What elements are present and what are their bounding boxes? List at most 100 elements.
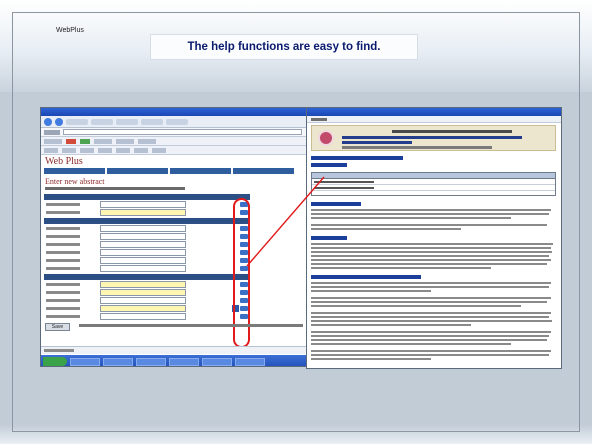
help-text-line — [311, 354, 549, 356]
nav-item — [233, 168, 294, 174]
help-window-menu — [307, 116, 561, 123]
taskbar-item — [70, 357, 100, 366]
brand-label: WebPlus — [56, 27, 84, 34]
form-row — [44, 233, 250, 240]
toolbar-item — [80, 138, 90, 144]
form-row — [44, 313, 250, 320]
help-text-line — [311, 255, 549, 257]
toolbar-item — [138, 138, 156, 144]
form-section-header — [44, 194, 250, 200]
help-text-line — [311, 316, 549, 318]
form-row — [44, 305, 250, 312]
banner-line — [392, 130, 512, 133]
help-text-line — [311, 282, 551, 284]
form-row — [44, 241, 250, 248]
nav-item — [170, 168, 231, 174]
toolbar-item — [116, 118, 138, 125]
browser-toolbar — [41, 116, 306, 128]
form-row — [44, 201, 250, 208]
form-row — [44, 265, 250, 272]
form-row — [44, 257, 250, 264]
toolbar-item — [94, 138, 112, 144]
seal-icon — [318, 130, 334, 146]
toolbar-item — [98, 147, 112, 153]
help-text-line — [311, 339, 547, 341]
taskbar-item — [136, 357, 166, 366]
form-row — [44, 249, 250, 256]
help-text-line — [311, 312, 551, 314]
help-banner — [311, 125, 556, 151]
form-subtitle — [45, 187, 185, 190]
help-window-title-bar — [307, 108, 561, 116]
nav-item — [107, 168, 168, 174]
browser-screenshot: Web Plus Enter new abstract Save — [40, 107, 307, 367]
help-text-line — [311, 350, 551, 352]
browser-title-bar — [41, 108, 306, 116]
help-text-line — [311, 335, 549, 337]
webplus-logo: Web Plus — [45, 156, 83, 167]
form-row — [44, 297, 250, 304]
help-section-heading — [311, 236, 347, 240]
save-button: Save — [45, 323, 70, 331]
slide-headline: The help functions are easy to find. — [187, 41, 381, 53]
toolbar-item — [66, 138, 76, 144]
help-text-line — [311, 263, 547, 265]
help-text-line — [311, 267, 491, 269]
help-text-line — [311, 320, 552, 322]
help-section-heading — [311, 275, 421, 279]
help-text-line — [311, 259, 551, 261]
toolbar-item — [66, 118, 88, 125]
banner-line — [342, 146, 492, 149]
google-bar — [41, 146, 306, 155]
banner-line — [342, 136, 522, 139]
toolbar-item — [62, 147, 76, 153]
browser-status-bar — [41, 346, 306, 354]
toolbar-item — [116, 138, 134, 144]
toolbar-item — [116, 147, 130, 153]
toolbar-item — [134, 147, 148, 153]
banner-line — [342, 141, 412, 144]
help-text-line — [311, 305, 521, 307]
help-table-row — [312, 185, 555, 191]
form-section-header — [44, 218, 250, 224]
forward-icon — [55, 117, 63, 126]
back-icon — [44, 117, 52, 126]
help-text-line — [311, 217, 511, 219]
taskbar-item — [235, 357, 265, 366]
address-bar — [41, 128, 306, 137]
help-text-line — [311, 358, 431, 360]
taskbar-item — [103, 357, 133, 366]
form-section-header — [44, 274, 250, 280]
help-text-line — [311, 209, 551, 211]
help-text-line — [311, 228, 461, 230]
toolbar-item — [141, 118, 163, 125]
help-table — [311, 172, 556, 196]
toolbar-item — [80, 147, 94, 153]
form-row — [44, 225, 250, 232]
taskbar — [41, 355, 306, 366]
help-section-heading — [311, 202, 361, 206]
nav-item — [44, 168, 105, 174]
form-row — [44, 281, 250, 288]
slide: WebPlus The help functions are easy to f… — [0, 0, 592, 444]
nav-row — [44, 168, 294, 174]
help-text-line — [311, 324, 471, 326]
form-row — [44, 209, 250, 216]
address-field — [63, 129, 302, 135]
toolbar-item — [166, 118, 188, 125]
form-row — [44, 289, 250, 296]
help-text-line — [311, 297, 551, 299]
toolbar-item — [152, 147, 166, 153]
help-heading — [311, 156, 403, 160]
save-note — [79, 324, 303, 327]
help-text-line — [311, 286, 549, 288]
headline-box: The help functions are easy to find. — [150, 34, 418, 60]
help-text-line — [311, 243, 553, 245]
form-title: Enter new abstract — [45, 177, 105, 186]
help-text-line — [311, 301, 547, 303]
help-text-line — [311, 247, 551, 249]
help-text-line — [311, 290, 431, 292]
help-text-line — [311, 213, 549, 215]
taskbar-item — [169, 357, 199, 366]
toolbar-item — [44, 138, 62, 144]
